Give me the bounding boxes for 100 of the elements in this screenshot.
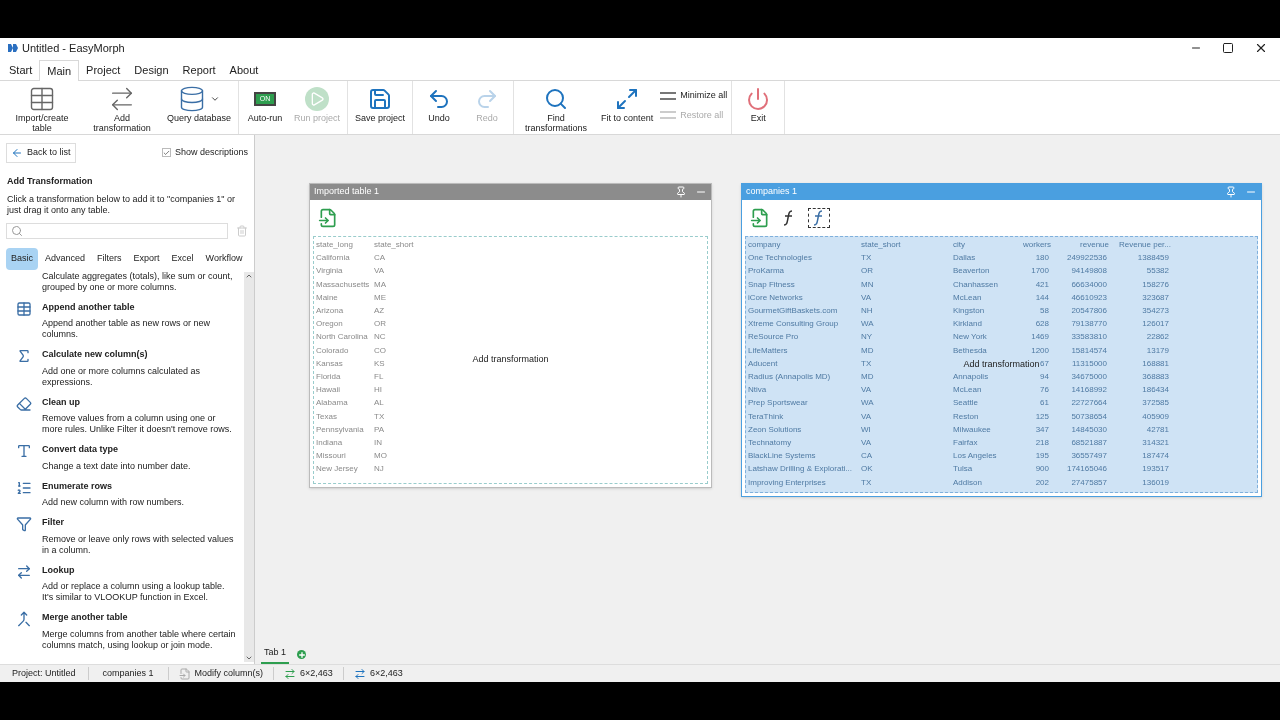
transformation-item[interactable]: Enumerate rows Add new column with row numbers. [0,479,244,508]
menu-tab[interactable]: Report [175,60,223,80]
item-title: Convert data type [42,443,120,456]
scrollbar[interactable] [244,271,254,662]
table-cell: Colorado [316,345,349,355]
menu-tab[interactable]: Design [127,60,176,80]
maximize-icon[interactable] [1222,42,1234,54]
menu-tab[interactable]: Start [2,60,40,80]
ribbon-button[interactable]: Undo [417,85,462,123]
table-cell: 180 [1035,253,1049,263]
table-cell: Florida [316,372,341,382]
table-cell: MD [861,345,874,355]
table-cell: 66634000 [1071,279,1107,289]
category-tab[interactable]: Workflow [200,248,248,270]
ribbon-button[interactable]: Import/create table [4,85,80,133]
table-cell: 372585 [1142,398,1169,408]
transformation-item[interactable]: Filter Remove or leave only rows with selected values in a column. [0,516,244,556]
item-title: Calculate new column(s) [42,348,149,361]
table-cell: MA [374,279,386,289]
table-cell: 628 [1035,319,1049,329]
transformation-item[interactable]: Append another table Append another table as new rows or new columns. [0,300,244,340]
table-cell: 126017 [1142,319,1169,329]
pin-icon[interactable] [1225,186,1237,198]
ribbon-small-button[interactable]: Minimize all [660,89,728,103]
menu-tab[interactable]: Main [39,60,80,81]
table-cell: Bethesda [953,345,987,355]
transformation-item[interactable]: Calculate aggregates (totals), like sum or count, grouped by one or more columns. [0,270,244,293]
ribbon-button[interactable]: Fit to content [598,85,657,123]
table-cell: BlackLine Systems [748,451,816,461]
import-icon[interactable] [318,208,338,228]
table-cell: IN [374,438,382,448]
merge-icon [16,611,32,627]
table-cell: WA [861,398,874,408]
menu-tab[interactable]: Project [79,60,128,80]
table-cell: OK [861,464,873,474]
table-cell: NC [374,332,386,342]
window-title: Untitled - EasyMorph [22,40,125,56]
table-cell: 68521887 [1071,438,1107,448]
transformation-item[interactable]: Lookup Add or replace a column using a lookup table. It's similar to VLOOKUP function in Excel. [0,563,244,603]
category-tab[interactable]: Filters [92,248,127,270]
item-title: Lookup [42,563,76,577]
transformation-item[interactable]: Clean up Remove values from a column using one or more rules. Unlike Filter it doesn't remove rows. [0,395,244,435]
ribbon-button[interactable]: Exit [736,85,781,123]
funnel-icon [16,516,32,532]
power-icon [746,87,771,111]
item-description: Add one or more columns calculated as expressions. [42,365,202,388]
table-cell: 1469 [1031,332,1049,342]
table-cell: CO [374,345,386,355]
table-cell: North Carolina [316,332,368,342]
table-cell: 174165046 [1066,464,1107,474]
table-cell: Prep Sportswear [748,398,808,408]
table-cell: 168881 [1142,358,1169,368]
table-cell: PA [374,424,385,434]
table-cell: CA [374,253,386,263]
transformation-item[interactable]: Merge another table Merge columns from another table where certain columns match, using lookup or join mode. [0,611,244,651]
table-cell: Seattle [953,398,978,408]
ribbon-button[interactable]: Save project [352,85,409,123]
table-cell: 368883 [1142,372,1169,382]
table-panel[interactable] [309,183,712,488]
search-field[interactable] [6,223,228,239]
table-cell: 195 [1035,451,1049,461]
table-cell: AL [374,398,384,408]
pin-icon[interactable] [675,186,687,198]
add-transformation-hint[interactable]: Add transformation [963,357,1040,372]
add-transformation-hint[interactable]: Add transformation [472,353,549,367]
import-icon[interactable] [750,208,770,228]
table-cell: OR [374,319,386,329]
transformation-item[interactable]: Calculate new column(s) Add one or more columns calculated as expressions. [0,348,244,388]
ribbon-button[interactable]: Find transformations [518,85,595,133]
table-cell: California [316,253,350,263]
table-cell: 354273 [1142,306,1169,315]
search-icon [11,225,23,237]
table-cell: GourmetGiftBaskets.com [748,306,838,315]
type-icon [16,443,32,459]
item-description: Remove values from a column using one or more rules. Unlike Filter it doesn't remove rows. [42,413,233,435]
table-cell: Milwaukee [953,424,991,434]
table-cell: 36557497 [1071,451,1107,461]
ribbon-button[interactable]: Query database [164,85,235,123]
table-cell: TX [861,477,872,487]
table-cell: Dallas [953,253,976,263]
category-tab[interactable]: Advanced [40,248,91,270]
category-tab[interactable]: Export [128,248,165,270]
category-tab[interactable]: Excel [166,248,199,270]
category-tab[interactable]: Basic [6,248,38,270]
table-cell: iCore Networks [748,292,803,302]
show-descriptions-checkbox[interactable]: Show descriptions [161,146,248,160]
menu-tab[interactable]: About [222,60,266,80]
ribbon-button[interactable]: Add transformation [84,85,160,133]
item-title: Merge another table [42,611,129,624]
column-header: state_short [861,239,902,251]
scroll-down-icon[interactable] [245,654,253,662]
table-cell: Hawaii [316,385,340,395]
table-cell: TX [374,411,385,421]
check-icon [162,148,170,157]
back-button[interactable]: Back to list [6,143,76,163]
input-icon [284,667,297,680]
table-cell: 218 [1035,438,1049,448]
add-tab-icon[interactable] [297,650,307,659]
transformation-item[interactable]: Convert data type Change a text date into number date. [0,443,244,472]
close-icon[interactable] [1254,41,1268,55]
